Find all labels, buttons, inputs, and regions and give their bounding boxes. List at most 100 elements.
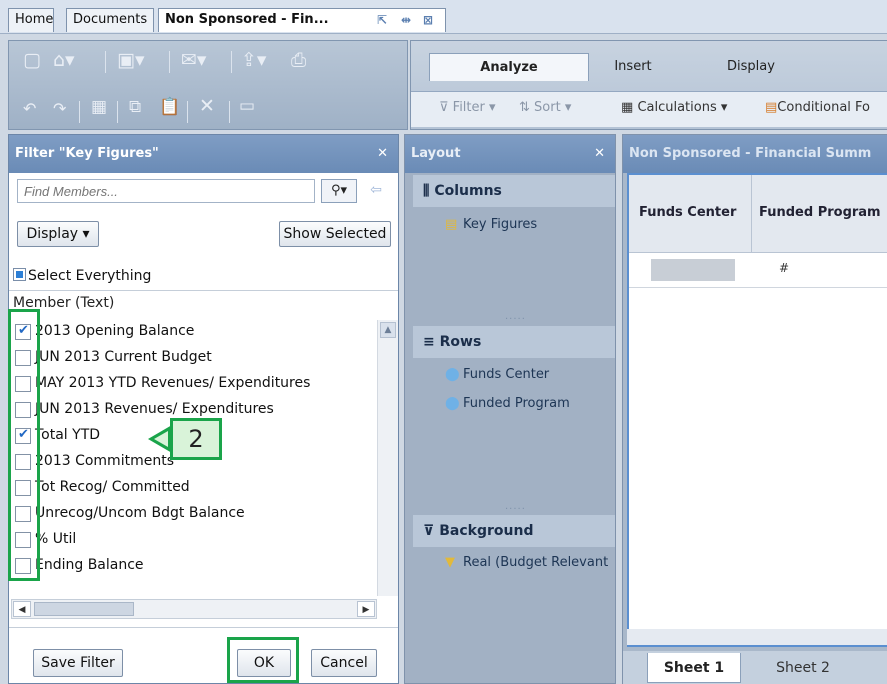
redo-icon[interactable]: ↷ bbox=[53, 99, 66, 118]
close-icon[interactable]: ✕ bbox=[377, 135, 388, 173]
toolbar-separator bbox=[105, 51, 106, 73]
column-header-funds-center[interactable]: Funds Center bbox=[639, 205, 736, 220]
calculator-icon: ▦ bbox=[621, 100, 634, 115]
open-folder-icon[interactable]: ⌂▾ bbox=[53, 49, 75, 71]
undo-icon[interactable]: ↶ bbox=[23, 99, 36, 118]
dock-icon[interactable]: ⇹ bbox=[401, 9, 411, 31]
layout-panel-header: Layout ✕ bbox=[405, 135, 615, 173]
find-members-input[interactable] bbox=[17, 179, 315, 203]
columns-icon: ⫼ bbox=[423, 183, 430, 199]
back-arrow-icon[interactable]: ⇦ bbox=[363, 179, 389, 203]
member-label: 2013 Opening Balance bbox=[35, 323, 195, 339]
display-dropdown-button[interactable]: Display ▾ bbox=[17, 221, 99, 247]
member-label: Ending Balance bbox=[35, 557, 144, 573]
filter-dialog-title: Filter "Key Figures" bbox=[15, 146, 159, 161]
sheet-tab-1[interactable]: Sheet 1 bbox=[647, 653, 741, 683]
filter-button[interactable]: ⊽ Filter ▾ bbox=[439, 100, 496, 115]
splitter-grip[interactable]: ..... bbox=[505, 501, 526, 512]
redacted-cell bbox=[651, 259, 735, 281]
column-header-funded-program[interactable]: Funded Program bbox=[759, 205, 881, 220]
member-row[interactable]: MAY 2013 YTD Revenues/ Expenditures bbox=[9, 372, 379, 398]
column-divider bbox=[751, 175, 752, 253]
structure-icon[interactable]: ▦ bbox=[91, 97, 107, 117]
member-row[interactable]: 2013 Opening Balance bbox=[9, 320, 379, 346]
ok-button-highlight bbox=[227, 637, 299, 683]
toolbar-separator bbox=[117, 101, 118, 123]
email-icon[interactable]: ✉▾ bbox=[181, 49, 206, 71]
background-item-real[interactable]: ▼ Real (Budget Relevant bbox=[445, 555, 608, 570]
conditional-formatting-button[interactable]: ▤Conditional Fo bbox=[765, 100, 870, 115]
ribbon-tab-analyze[interactable]: Analyze bbox=[429, 53, 589, 81]
checkbox-column-highlight bbox=[8, 309, 40, 581]
save-icon[interactable]: ▣▾ bbox=[117, 49, 145, 71]
binoculars-icon: ⚲ bbox=[330, 183, 341, 198]
rows-icon: ≡ bbox=[423, 334, 435, 350]
member-label: Total YTD bbox=[35, 427, 101, 443]
background-section-header: ⊽ Background bbox=[413, 515, 615, 547]
divider bbox=[9, 627, 398, 628]
pin-icon[interactable]: ⇱ bbox=[377, 9, 387, 31]
calculations-button[interactable]: ▦ Calculations ▾ bbox=[621, 100, 727, 115]
scroll-thumb[interactable] bbox=[34, 602, 134, 616]
scroll-right-icon[interactable]: ▶ bbox=[357, 601, 375, 617]
member-row[interactable]: Unrecog/Uncom Bdgt Balance bbox=[9, 502, 379, 528]
delete-icon[interactable]: ✕ bbox=[199, 95, 215, 117]
tab-documents[interactable]: Documents bbox=[66, 8, 154, 32]
ribbon-tab-display[interactable]: Display bbox=[711, 53, 791, 81]
scroll-left-icon[interactable]: ◀ bbox=[13, 601, 31, 617]
paste-icon[interactable]: 📋 bbox=[159, 97, 180, 117]
copy-icon[interactable]: ⧉ bbox=[129, 97, 141, 117]
checkbox-partial-icon bbox=[13, 268, 26, 281]
scroll-up-icon[interactable]: ▲ bbox=[380, 322, 396, 338]
tab-home[interactable]: Home bbox=[8, 8, 54, 32]
toolbar-separator bbox=[187, 101, 188, 123]
member-row[interactable]: % Util bbox=[9, 528, 379, 554]
step-number-badge: 2 bbox=[170, 418, 222, 460]
filter-dialog-header: Filter "Key Figures" ✕ bbox=[9, 135, 398, 173]
new-document-icon[interactable]: ▢ bbox=[23, 49, 41, 71]
crosstab-grid[interactable]: Funds Center Funded Program # bbox=[627, 173, 887, 647]
close-icon[interactable]: ✕ bbox=[594, 135, 605, 173]
rows-item-funds-center[interactable]: ⬤ Funds Center bbox=[445, 367, 549, 382]
grid-horizontal-scrollbar[interactable] bbox=[627, 629, 887, 645]
filter-icon: ▼ bbox=[445, 555, 455, 570]
member-row[interactable]: Tot Recog/ Committed bbox=[9, 476, 379, 502]
print-icon[interactable]: ⎙ bbox=[291, 49, 306, 71]
ribbon-commands: ⊽ Filter ▾ ⇅ Sort ▾ ▦ Calculations ▾ ▤Co… bbox=[411, 91, 887, 127]
show-selected-button[interactable]: Show Selected bbox=[279, 221, 391, 247]
rows-item-funded-program[interactable]: ⬤ Funded Program bbox=[445, 396, 570, 411]
horizontal-scrollbar[interactable]: ◀ ▶ bbox=[11, 599, 377, 619]
grid-panel-header: Non Sponsored - Financial Summ bbox=[623, 135, 887, 173]
filter-dialog: Filter "Key Figures" ✕ ⚲▾ ⇦ Display ▾ Sh… bbox=[8, 134, 399, 684]
sort-button[interactable]: ⇅ Sort ▾ bbox=[519, 100, 571, 115]
member-label: JUN 2013 Revenues/ Expenditures bbox=[35, 401, 274, 417]
sheet-tab-bar: Sheet 1 Sheet 2 bbox=[623, 651, 887, 684]
grid-cell: # bbox=[779, 261, 790, 275]
callout-arrow-fill bbox=[154, 431, 168, 447]
cancel-button[interactable]: Cancel bbox=[311, 649, 377, 677]
splitter-grip[interactable]: ..... bbox=[505, 311, 526, 322]
member-row[interactable]: JUN 2013 Current Budget bbox=[9, 346, 379, 372]
sort-icon: ⇅ bbox=[519, 100, 530, 115]
member-row[interactable]: Ending Balance bbox=[9, 554, 379, 580]
search-button[interactable]: ⚲▾ bbox=[321, 179, 357, 203]
sheet-tab-2[interactable]: Sheet 2 bbox=[763, 653, 843, 683]
close-tab-icon[interactable]: ⊠ bbox=[423, 9, 433, 31]
conditional-formatting-icon: ▤ bbox=[765, 100, 778, 115]
save-filter-button[interactable]: Save Filter bbox=[33, 649, 123, 677]
select-everything-checkbox[interactable]: Select Everything bbox=[13, 268, 151, 284]
key-figures-icon: ▤ bbox=[445, 217, 458, 232]
layout-toggle-icon[interactable]: ▭ bbox=[239, 96, 255, 116]
document-tab-bar: Home Documents Non Sponsored - Fin... ⇱ … bbox=[0, 0, 887, 34]
dimension-icon: ⬤ bbox=[445, 367, 460, 382]
tab-active-document[interactable]: Non Sponsored - Fin... ⇱ ⇹ ⊠ bbox=[158, 8, 446, 32]
columns-item-key-figures[interactable]: ▤ Key Figures bbox=[445, 217, 537, 232]
ribbon-tab-insert[interactable]: Insert bbox=[603, 53, 663, 81]
export-icon[interactable]: ⇪▾ bbox=[241, 49, 266, 71]
rows-section-header: ≡ Rows bbox=[413, 326, 615, 358]
row-divider bbox=[629, 287, 887, 288]
step-callout: 2 bbox=[148, 418, 222, 460]
main-toolbar: ▢ ⌂▾ ▣▾ ✉▾ ⇪▾ ⎙ ↶ ↷ ▦ ⧉ 📋 ✕ ▭ bbox=[8, 40, 408, 130]
dimension-icon: ⬤ bbox=[445, 396, 460, 411]
vertical-scrollbar[interactable]: ▲ bbox=[377, 320, 398, 596]
